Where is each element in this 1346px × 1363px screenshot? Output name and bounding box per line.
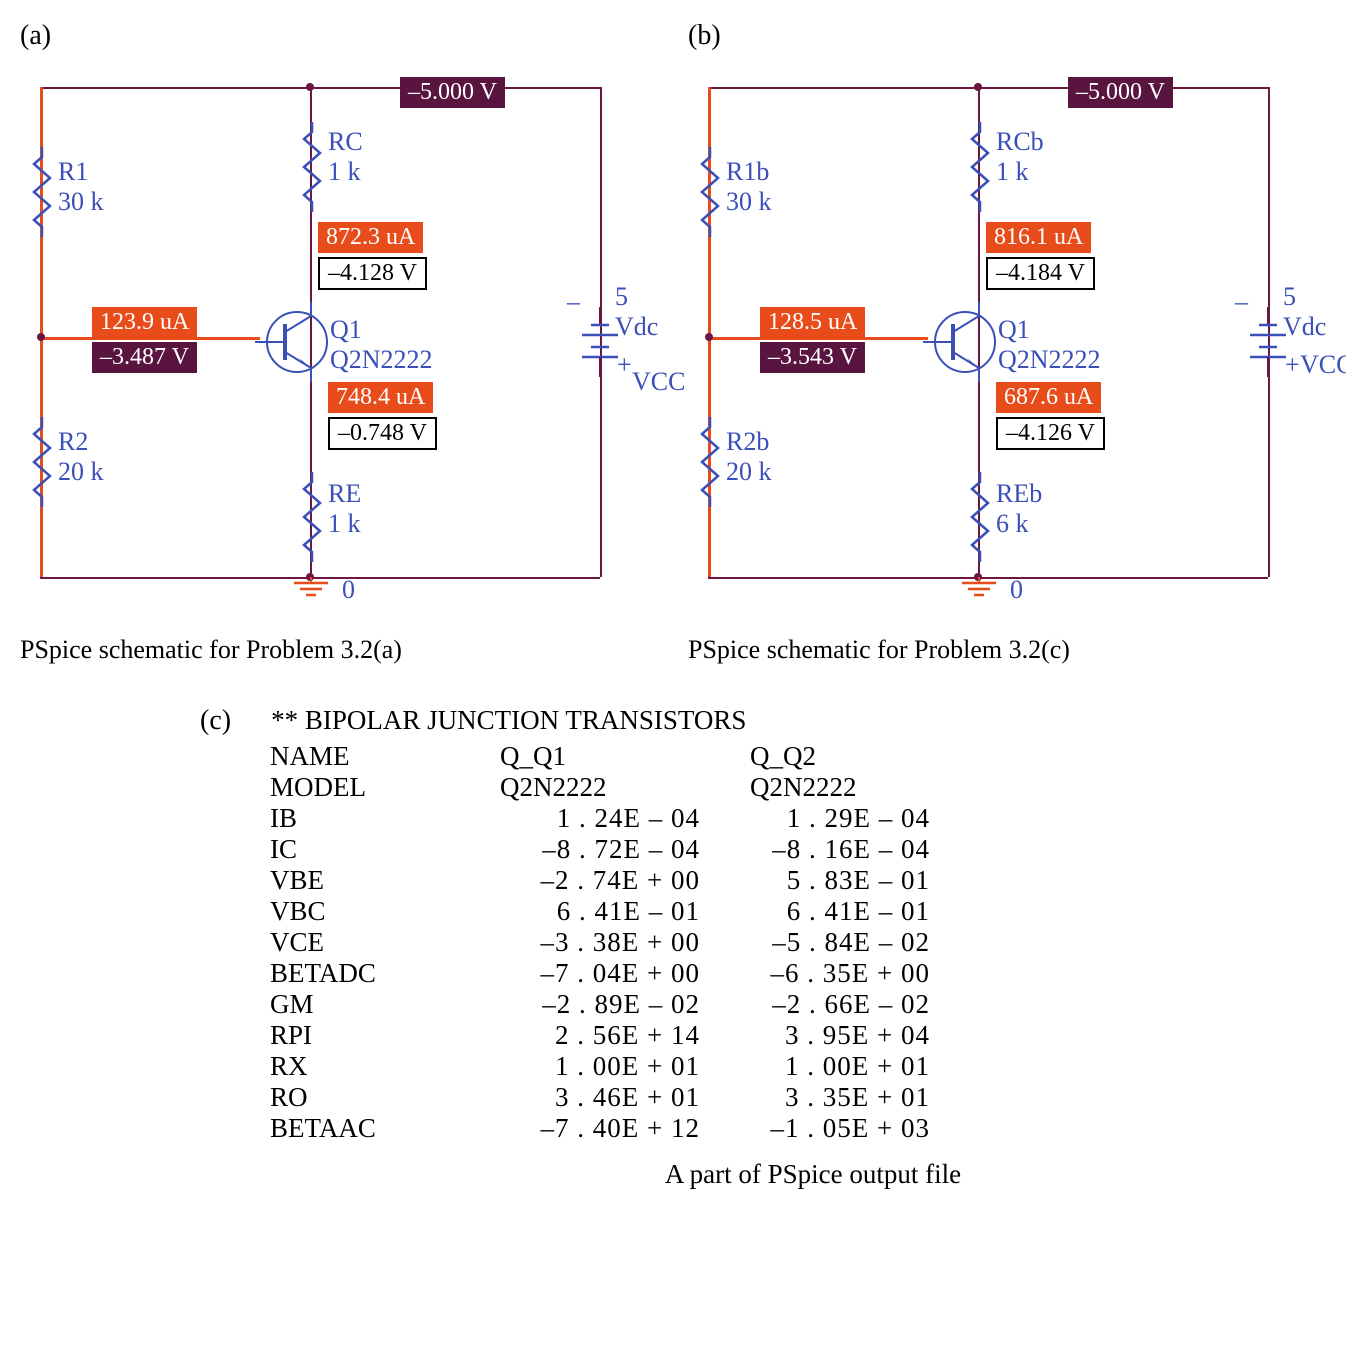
table-row: BETADC–7 . 04E + 00–6 . 35E + 00 (270, 958, 1326, 989)
ve-a: –0.748 V (328, 417, 437, 450)
table-row: NAMEQ_Q1Q_Q2 (270, 741, 1326, 772)
q1-label-a: Q1Q2N2222 (330, 315, 433, 375)
bjt-table: NAMEQ_Q1Q_Q2MODELQ2N2222Q2N2222IB1 . 24E… (270, 741, 1326, 1144)
panel-a-label: (a) (20, 20, 658, 52)
rc-label: RC1 k (328, 127, 363, 187)
vc-b: –4.184 V (986, 257, 1095, 290)
table-row: RX1 . 00E + 011 . 00E + 01 (270, 1051, 1326, 1082)
vcc-top-a: –5.000 V (400, 77, 505, 108)
resistor-r2b (700, 417, 720, 507)
resistor-reb (970, 472, 990, 562)
table-row: IC–8 . 72E – 04–8 . 16E – 04 (270, 834, 1326, 865)
resistor-re (302, 472, 322, 562)
resistor-r1 (32, 147, 52, 237)
table-row: RPI2 . 56E + 143 . 95E + 04 (270, 1020, 1326, 1051)
ic-a: 872.3 uA (318, 222, 423, 253)
circuit-b: –5.000 V R1b30 k R2b20 k RCb1 k (688, 67, 1308, 627)
table-row: VBE–2 . 74E + 005 . 83E – 01 (270, 865, 1326, 896)
table-row: VCE–3 . 38E + 00–5 . 84E – 02 (270, 927, 1326, 958)
table-row: VBC6 . 41E – 016 . 41E – 01 (270, 896, 1326, 927)
ib-b: 128.5 uA (760, 307, 865, 338)
reb-label: REb6 k (996, 479, 1042, 539)
panel-c-label: (c) (200, 705, 231, 737)
vcc-plus-b: + (1285, 350, 1300, 380)
vcc-top-b: –5.000 V (1068, 77, 1173, 108)
vcc-name-b: VCCb (1300, 350, 1346, 380)
vcc-minus: – (567, 287, 580, 317)
vc-a: –4.128 V (318, 257, 427, 290)
vcc-val-b: 5 Vdc (1283, 282, 1326, 342)
r1-label: R130 k (58, 157, 104, 217)
vcc-minus-b: – (1235, 287, 1248, 317)
rcb-label: RCb1 k (996, 127, 1044, 187)
table-row: MODELQ2N2222Q2N2222 (270, 772, 1326, 803)
re-label: RE1 k (328, 479, 361, 539)
transistor-q1 (255, 302, 335, 382)
vcc-val-a: 5 Vdc (615, 282, 658, 342)
ie-b: 687.6 uA (996, 382, 1101, 413)
circuit-a: –5.000 V R130 k R220 k RC1 k (20, 67, 640, 627)
ic-b: 816.1 uA (986, 222, 1091, 253)
table-row: GM–2 . 89E – 02–2 . 66E – 02 (270, 989, 1326, 1020)
transistor-q1b (923, 302, 1003, 382)
ground-label-b: 0 (1010, 575, 1023, 605)
table-caption: A part of PSpice output file (200, 1159, 1326, 1190)
resistor-rcb (970, 122, 990, 212)
table-header: ** BIPOLAR JUNCTION TRANSISTORS (271, 705, 746, 736)
r2b-label: R2b20 k (726, 427, 772, 487)
vcc-plus: + (617, 350, 632, 380)
panel-b-label: (b) (688, 20, 1326, 52)
ie-a: 748.4 uA (328, 382, 433, 413)
resistor-r2 (32, 417, 52, 507)
ground-icon (288, 577, 334, 603)
table-row: IB1 . 24E – 041 . 29E – 04 (270, 803, 1326, 834)
ib-a: 123.9 uA (92, 307, 197, 338)
caption-a: PSpice schematic for Problem 3.2(a) (20, 635, 658, 665)
resistor-r1b (700, 147, 720, 237)
vb-b: –3.543 V (760, 342, 865, 373)
table-row: BETAAC–7 . 40E + 12–1 . 05E + 03 (270, 1113, 1326, 1144)
r1b-label: R1b30 k (726, 157, 772, 217)
table-row: RO3 . 46E + 013 . 35E + 01 (270, 1082, 1326, 1113)
vb-a: –3.487 V (92, 342, 197, 373)
ve-b: –4.126 V (996, 417, 1105, 450)
vcc-name-a: VCC (632, 367, 685, 397)
r2-label: R220 k (58, 427, 104, 487)
q1-label-b: Q1Q2N2222 (998, 315, 1101, 375)
ground-icon-b (956, 577, 1002, 603)
resistor-rc (302, 122, 322, 212)
caption-b: PSpice schematic for Problem 3.2(c) (688, 635, 1326, 665)
ground-label-a: 0 (342, 575, 355, 605)
